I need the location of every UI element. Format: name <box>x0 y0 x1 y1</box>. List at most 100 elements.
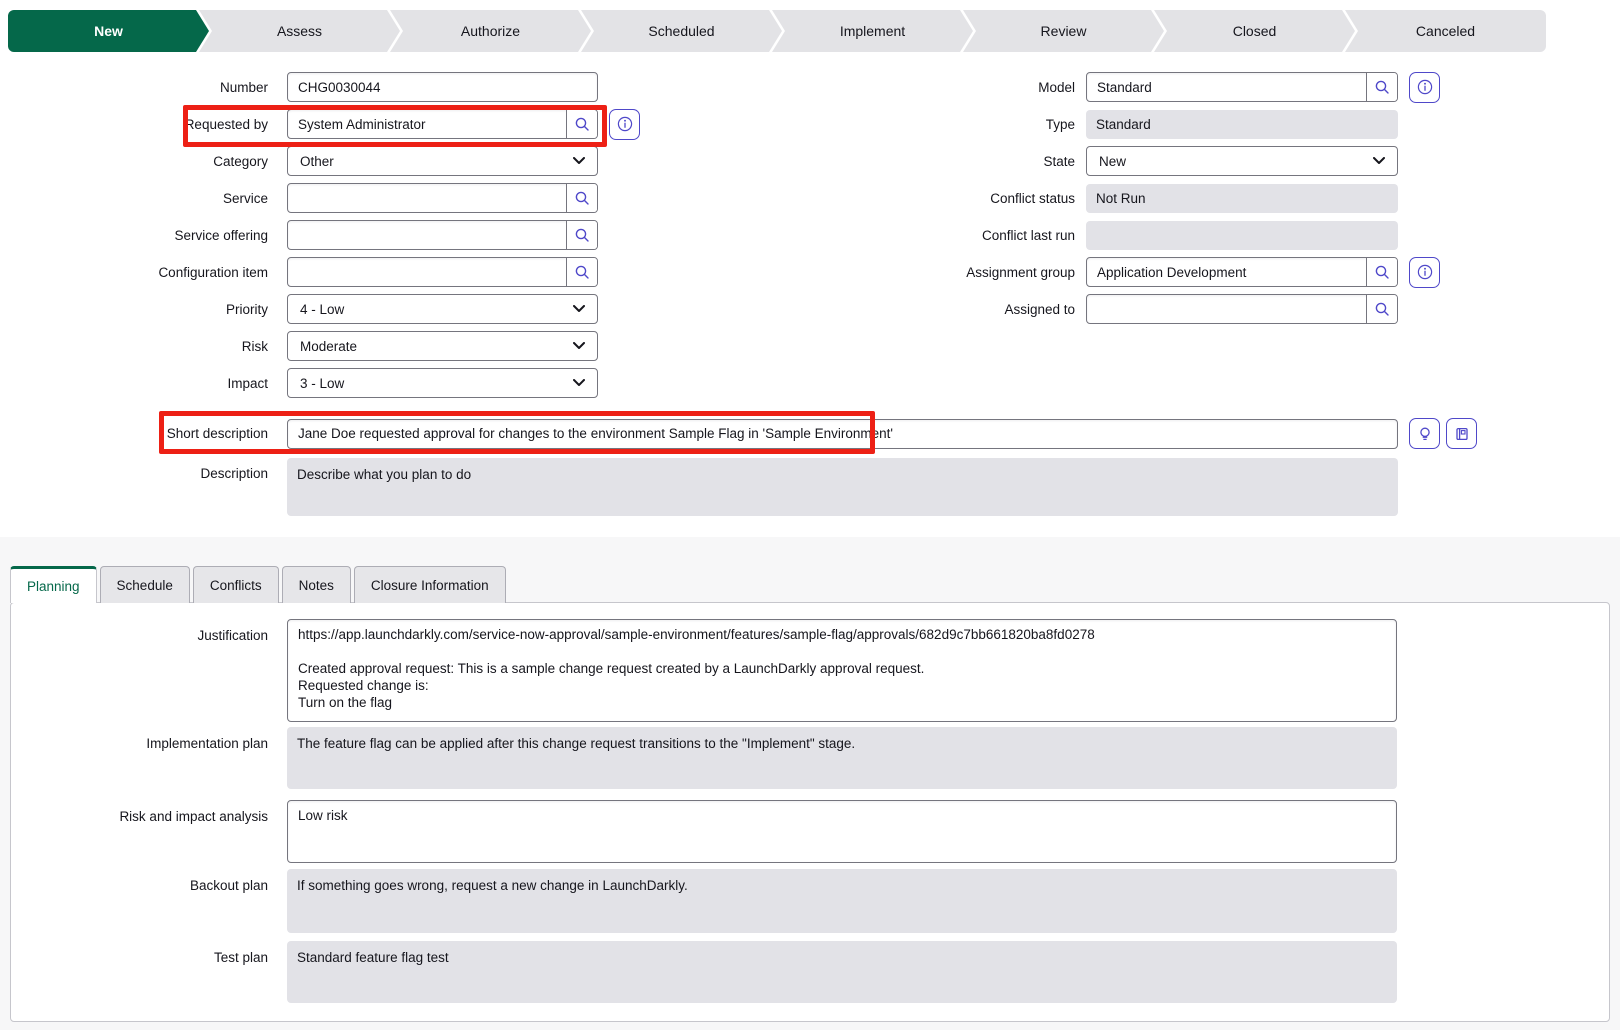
assigned-to-label: Assigned to <box>810 302 1075 317</box>
requested-by-lookup-button[interactable] <box>566 110 597 138</box>
type-readonly-field: Standard <box>1086 110 1398 139</box>
description-label: Description <box>0 458 268 481</box>
requested-by-input[interactable] <box>288 110 566 138</box>
configuration-item-lookup-button[interactable] <box>566 258 597 286</box>
tab-bar: Planning Schedule Conflicts Notes Closur… <box>10 566 509 603</box>
category-select[interactable]: Other <box>287 146 598 176</box>
test-plan-textarea: Standard feature flag test <box>287 941 1397 1003</box>
service-field <box>287 183 598 213</box>
model-lookup-button[interactable] <box>1366 73 1397 101</box>
assignment-group-label: Assignment group <box>810 265 1075 280</box>
risk-value: Moderate <box>300 339 573 354</box>
field-row-risk: Risk Moderate <box>0 331 810 361</box>
chevron-down-icon <box>573 379 585 387</box>
description-textarea: Describe what you plan to do <box>287 458 1398 516</box>
stage-assess: Assess <box>199 10 400 52</box>
field-row-number: Number <box>0 72 810 102</box>
field-row-configuration-item: Configuration item <box>0 257 810 287</box>
stage-implement: Implement <box>772 10 973 52</box>
assignment-group-field <box>1086 257 1398 287</box>
impact-select[interactable]: 3 - Low <box>287 368 598 398</box>
chevron-down-icon <box>573 157 585 165</box>
impact-label: Impact <box>0 376 268 391</box>
lightbulb-icon <box>1417 426 1433 442</box>
model-info-button[interactable] <box>1409 72 1440 103</box>
service-offering-lookup-button[interactable] <box>566 221 597 249</box>
justification-textarea[interactable]: https://app.launchdarkly.com/service-now… <box>287 619 1397 722</box>
field-row-assigned-to: Assigned to <box>810 294 1620 324</box>
field-row-category: Category Other <box>0 146 810 176</box>
knowledge-search-button[interactable] <box>1446 418 1477 449</box>
backout-plan-textarea: If something goes wrong, request a new c… <box>287 869 1397 933</box>
field-row-service: Service <box>0 183 810 213</box>
stage-scheduled: Scheduled <box>581 10 782 52</box>
requested-by-label: Requested by <box>0 117 268 132</box>
field-row-requested-by: Requested by <box>0 109 810 139</box>
state-value: New <box>1099 154 1373 169</box>
risk-impact-analysis-textarea[interactable]: Low risk <box>287 800 1397 863</box>
book-icon <box>1454 426 1470 442</box>
field-row-test-plan: Test plan Standard feature flag test <box>0 941 1397 1003</box>
risk-impact-analysis-label: Risk and impact analysis <box>0 800 268 824</box>
short-description-input[interactable] <box>288 420 1397 448</box>
state-label: State <box>810 154 1075 169</box>
number-label: Number <box>0 80 268 95</box>
info-circle-icon <box>1417 264 1433 280</box>
service-lookup-button[interactable] <box>566 184 597 212</box>
tab-notes[interactable]: Notes <box>282 566 351 603</box>
assignment-group-info-button[interactable] <box>1409 257 1440 288</box>
number-field <box>287 72 598 102</box>
assigned-to-input[interactable] <box>1087 295 1366 323</box>
assignment-group-input[interactable] <box>1087 258 1366 286</box>
tab-conflicts[interactable]: Conflicts <box>193 566 279 603</box>
stage-new: New <box>8 10 209 52</box>
requested-by-field <box>287 109 598 139</box>
model-label: Model <box>810 80 1075 95</box>
conflict-status-readonly-field: Not Run <box>1086 184 1398 213</box>
risk-select[interactable]: Moderate <box>287 331 598 361</box>
model-input[interactable] <box>1087 73 1366 101</box>
field-row-short-description: Short description <box>0 418 1477 449</box>
magnifier-icon <box>574 264 590 280</box>
field-row-conflict-status: Conflict status Not Run <box>810 183 1620 213</box>
tab-schedule[interactable]: Schedule <box>100 566 190 603</box>
model-field <box>1086 72 1398 102</box>
number-input[interactable] <box>288 73 597 101</box>
field-row-description: Description Describe what you plan to do <box>0 458 1398 516</box>
field-row-service-offering: Service offering <box>0 220 810 250</box>
info-circle-icon <box>617 116 633 132</box>
suggestion-lightbulb-button[interactable] <box>1409 418 1440 449</box>
assigned-to-lookup-button[interactable] <box>1366 295 1397 323</box>
requested-by-info-button[interactable] <box>609 109 640 140</box>
service-offering-input[interactable] <box>288 221 566 249</box>
assignment-group-lookup-button[interactable] <box>1366 258 1397 286</box>
priority-label: Priority <box>0 302 268 317</box>
field-row-justification: Justification https://app.launchdarkly.c… <box>0 619 1397 722</box>
magnifier-icon <box>1374 301 1390 317</box>
priority-value: 4 - Low <box>300 302 573 317</box>
magnifier-icon <box>1374 264 1390 280</box>
state-select[interactable]: New <box>1086 146 1398 176</box>
process-flow-bar: New Assess Authorize Scheduled Implement… <box>8 10 1546 52</box>
short-description-label: Short description <box>0 426 268 441</box>
tab-planning[interactable]: Planning <box>10 566 97 603</box>
info-circle-icon <box>1417 79 1433 95</box>
category-label: Category <box>0 154 268 169</box>
change-request-form: New Assess Authorize Scheduled Implement… <box>0 0 1620 1030</box>
field-row-model: Model <box>810 72 1620 102</box>
configuration-item-input[interactable] <box>288 258 566 286</box>
stage-canceled: Canceled <box>1345 10 1546 52</box>
chevron-down-icon <box>573 305 585 313</box>
tab-closure-information[interactable]: Closure Information <box>354 566 506 603</box>
field-row-risk-impact-analysis: Risk and impact analysis Low risk <box>0 800 1397 863</box>
magnifier-icon <box>574 190 590 206</box>
type-label: Type <box>810 117 1075 132</box>
service-input[interactable] <box>288 184 566 212</box>
impact-value: 3 - Low <box>300 376 573 391</box>
priority-select[interactable]: 4 - Low <box>287 294 598 324</box>
field-row-type: Type Standard <box>810 109 1620 139</box>
field-row-priority: Priority 4 - Low <box>0 294 810 324</box>
field-row-impact: Impact 3 - Low <box>0 368 810 398</box>
chevron-down-icon <box>1373 157 1385 165</box>
implementation-plan-label: Implementation plan <box>0 727 268 751</box>
